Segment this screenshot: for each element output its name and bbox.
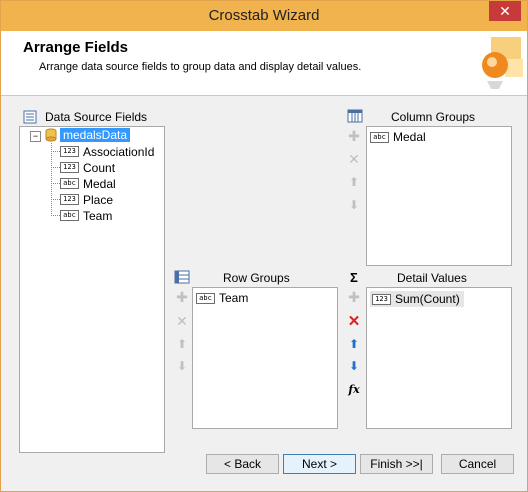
column-groups-icon xyxy=(347,109,363,123)
window-title: Crosstab Wizard xyxy=(208,7,320,24)
database-icon xyxy=(45,128,57,142)
column-groups-list[interactable]: abc Medal xyxy=(366,126,512,266)
text-field-icon: abc xyxy=(370,131,389,143)
row-groups-list[interactable]: abc Team xyxy=(192,287,338,429)
column-groups-label: Column Groups xyxy=(391,110,476,124)
finish-button[interactable]: Finish >>| xyxy=(360,454,433,474)
wizard-header: Arrange Fields Arrange data source field… xyxy=(1,31,527,96)
crosstab-wizard-window: Crosstab Wizard ✕ Arrange Fields Arrange… xyxy=(0,0,528,492)
list-item-label: Team xyxy=(219,291,249,305)
row-groups-label: Row Groups xyxy=(223,271,290,285)
title-bar: Crosstab Wizard ✕ xyxy=(1,1,527,31)
sigma-icon: Σ xyxy=(350,270,358,285)
numeric-field-icon: 123 xyxy=(60,146,79,157)
detail-move-down-button[interactable]: ⬇ xyxy=(347,359,361,373)
tree-item-place[interactable]: 123 Place xyxy=(60,192,113,207)
function-button[interactable]: fx xyxy=(347,382,361,396)
detail-move-up-button[interactable]: ⬆ xyxy=(347,337,361,351)
row-move-up-button[interactable]: ⬆ xyxy=(175,337,189,351)
tree-connector xyxy=(51,151,60,152)
tree-item-team[interactable]: abc Team xyxy=(60,208,112,223)
tree-item-label: Team xyxy=(83,208,113,223)
text-field-icon: abc xyxy=(60,178,79,189)
tree-item-medal[interactable]: abc Medal xyxy=(60,176,116,191)
list-item[interactable]: abc Medal xyxy=(370,130,426,144)
tree-item-label: Medal xyxy=(83,176,116,191)
page-title: Arrange Fields xyxy=(23,39,129,56)
close-button[interactable]: ✕ xyxy=(489,1,521,21)
column-move-down-button[interactable]: ⬇ xyxy=(347,198,361,212)
tree-item-label: Place xyxy=(83,192,114,207)
page-description: Arrange data source fields to group data… xyxy=(39,61,362,73)
detail-remove-button[interactable]: ✕ xyxy=(347,313,361,330)
cancel-button[interactable]: Cancel xyxy=(441,454,514,474)
numeric-field-icon: 123 xyxy=(60,194,79,205)
numeric-field-icon: 123 xyxy=(60,162,79,173)
list-item[interactable]: abc Team xyxy=(196,291,248,305)
collapse-toggle[interactable]: − xyxy=(30,131,41,142)
row-add-button[interactable]: ✚ xyxy=(175,289,189,305)
detail-values-label: Detail Values xyxy=(397,271,467,285)
next-button[interactable]: Next > xyxy=(283,454,356,474)
text-field-icon: abc xyxy=(196,292,215,304)
tree-item-label: Count xyxy=(83,160,116,175)
column-remove-button[interactable]: ✕ xyxy=(347,151,361,167)
column-move-up-button[interactable]: ⬆ xyxy=(347,175,361,189)
list-item[interactable]: 123 Sum(Count) xyxy=(370,291,464,307)
tree-connector xyxy=(51,183,60,184)
row-remove-button[interactable]: ✕ xyxy=(175,313,189,329)
list-item-label: Sum(Count) xyxy=(395,292,460,306)
tree-item-label: AssociationId xyxy=(83,144,155,159)
column-add-button[interactable]: ✚ xyxy=(347,128,361,144)
tree-root-medalsdata[interactable]: medalsData xyxy=(60,128,131,142)
tree-connector xyxy=(51,143,52,216)
tree-connector xyxy=(51,199,60,200)
wizard-graphic-icon xyxy=(465,33,525,93)
data-source-icon xyxy=(23,110,37,124)
tree-item-count[interactable]: 123 Count xyxy=(60,160,115,175)
list-item-label: Medal xyxy=(393,130,426,144)
tree-item-associationid[interactable]: 123 AssociationId xyxy=(60,144,154,159)
wizard-body: Data Source Fields − medalsData 123 Asso… xyxy=(1,96,527,491)
detail-add-button[interactable]: ✚ xyxy=(347,289,361,305)
detail-values-list[interactable]: 123 Sum(Count) xyxy=(366,287,512,429)
tree-connector xyxy=(51,167,60,168)
data-source-label: Data Source Fields xyxy=(45,110,148,124)
row-move-down-button[interactable]: ⬇ xyxy=(175,359,189,373)
text-field-icon: abc xyxy=(60,210,79,221)
numeric-field-icon: 123 xyxy=(372,293,391,305)
back-button[interactable]: < Back xyxy=(206,454,279,474)
tree-connector xyxy=(51,215,60,216)
row-groups-icon xyxy=(174,270,190,284)
data-source-tree[interactable]: − medalsData 123 AssociationId 123 Count xyxy=(19,126,165,453)
